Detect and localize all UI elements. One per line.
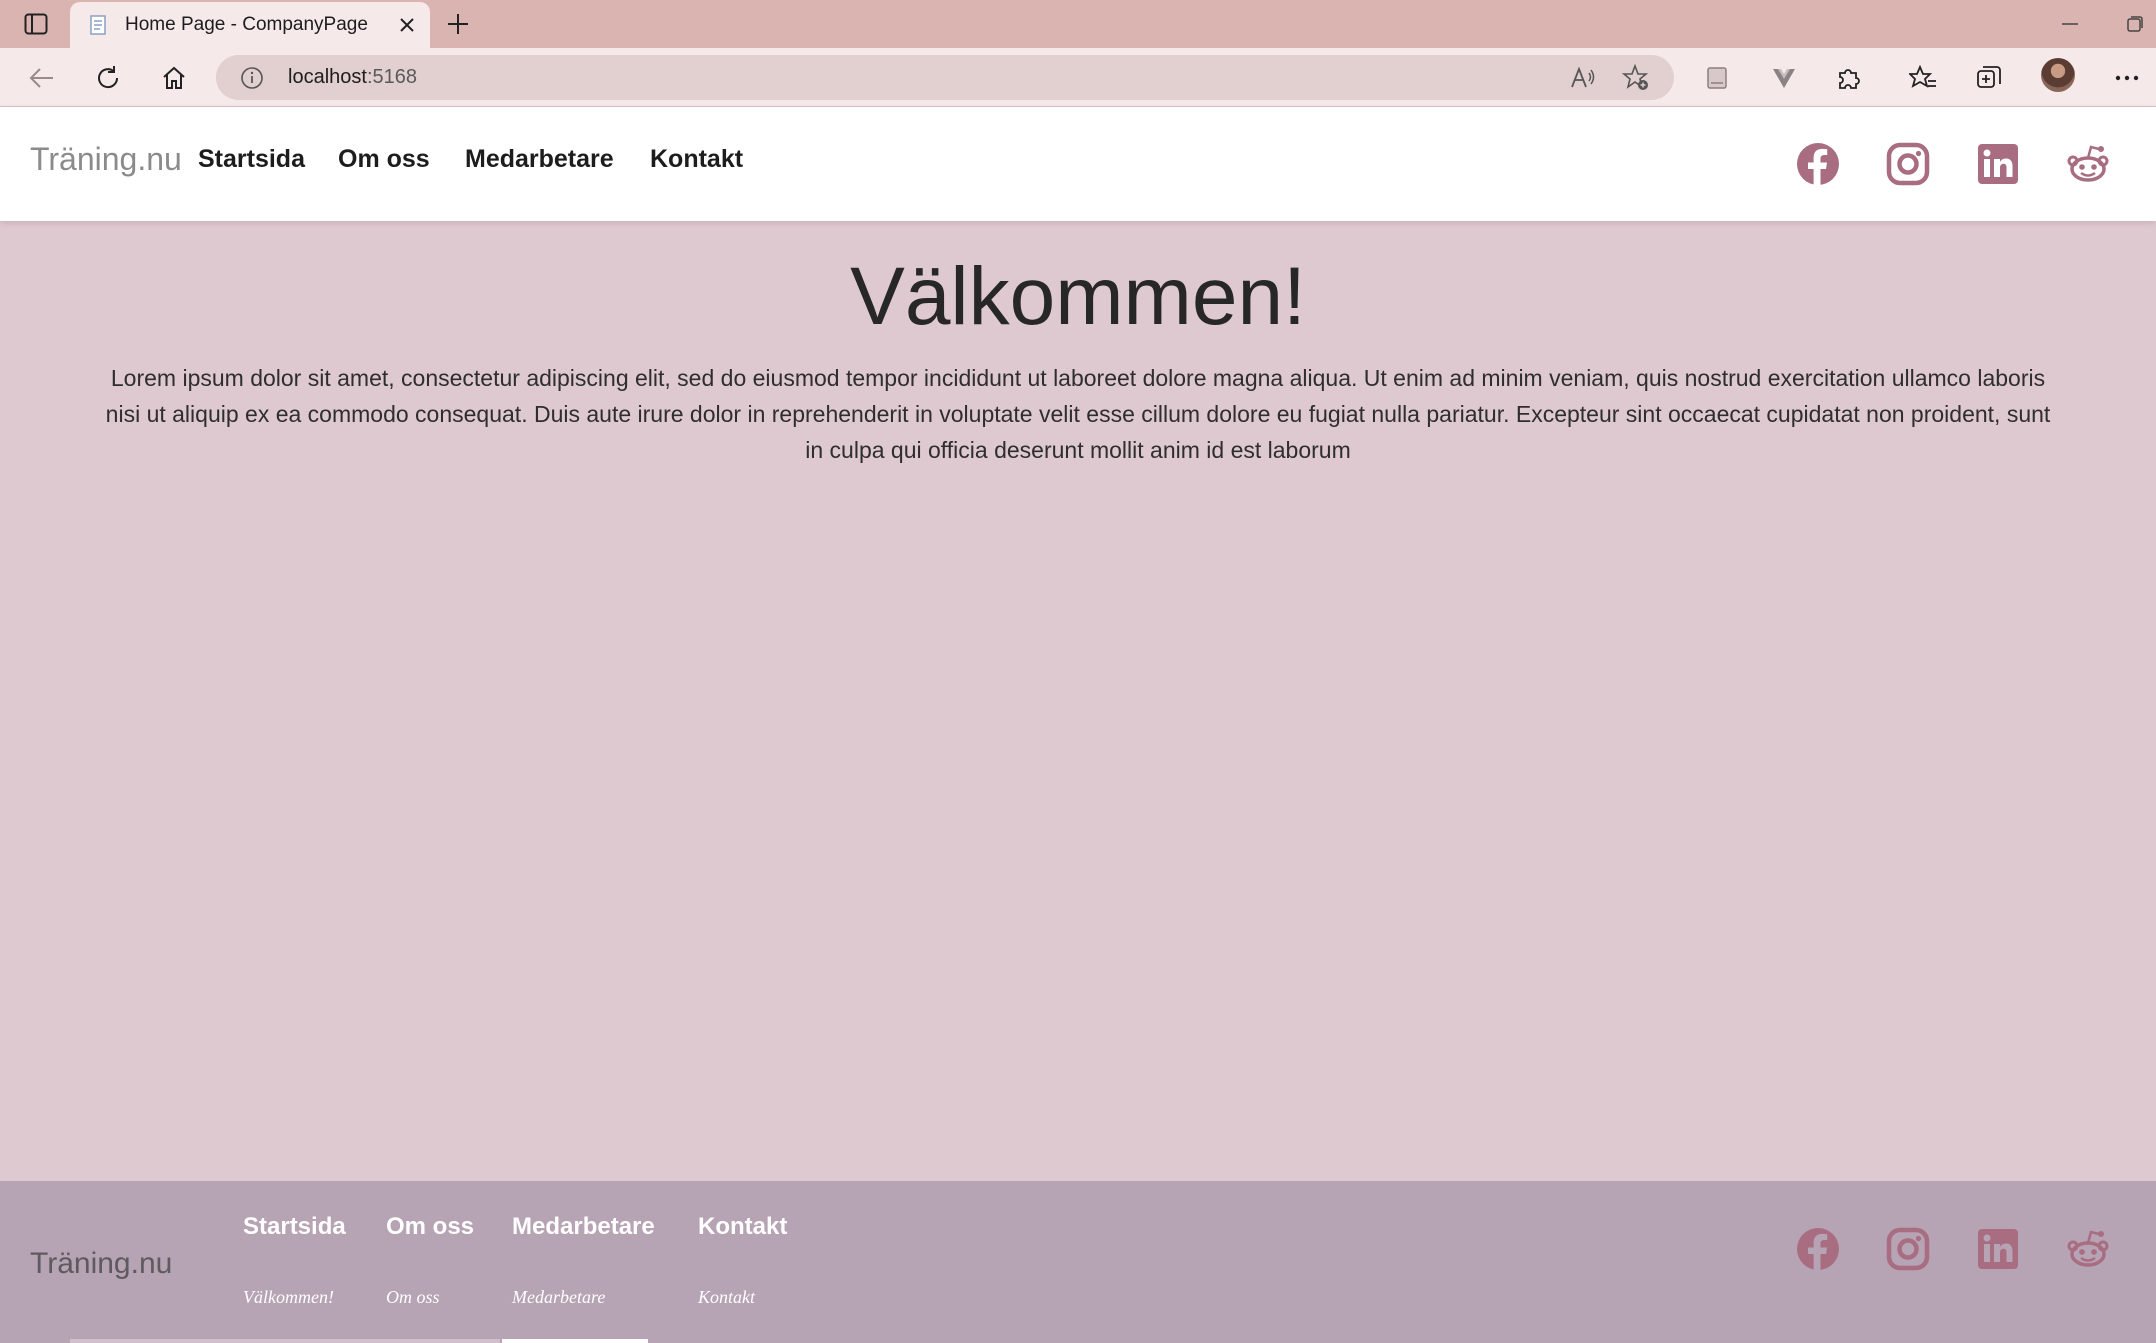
minimize-icon[interactable]	[2055, 10, 2085, 38]
facebook-icon[interactable]	[1795, 141, 1841, 187]
footer-reddit-icon[interactable]	[2065, 1226, 2111, 1272]
vue-devtools-icon[interactable]	[1764, 58, 1804, 98]
reddit-icon[interactable]	[2065, 141, 2111, 187]
tab-actions-icon[interactable]	[20, 10, 52, 38]
tab-title: Home Page - CompanyPage	[125, 14, 368, 35]
footer-linkedin-icon[interactable]	[1975, 1226, 2021, 1272]
footer-link-kontakt[interactable]: Kontakt	[698, 1287, 755, 1308]
footer-link-valkommen[interactable]: Välkommen!	[243, 1287, 334, 1308]
linkedin-icon[interactable]	[1975, 141, 2021, 187]
footer-facebook-icon[interactable]	[1795, 1226, 1841, 1272]
footer-brand[interactable]: Träning.nu	[30, 1247, 172, 1281]
more-menu-icon[interactable]	[2107, 58, 2147, 98]
browser-tab-bar: Home Page - CompanyPage	[0, 0, 2156, 48]
page-title: Välkommen!	[850, 251, 1306, 342]
nav-kontakt[interactable]: Kontakt	[650, 145, 743, 174]
footer-heading-medarbetare[interactable]: Medarbetare	[512, 1213, 655, 1241]
close-tab-icon[interactable]	[394, 12, 420, 38]
address-text: localhost:5168	[288, 66, 417, 89]
site-header: Träning.nu Startsida Om oss Medarbetare …	[0, 107, 2156, 221]
back-icon[interactable]	[22, 58, 62, 98]
restore-window-icon[interactable]	[2120, 10, 2150, 38]
footer-instagram-icon[interactable]	[1885, 1226, 1931, 1272]
browser-toolbar: localhost:5168	[0, 48, 2156, 107]
horizontal-scrollbar-track	[70, 1339, 500, 1343]
nav-om-oss[interactable]: Om oss	[338, 145, 430, 174]
page-favicon-icon	[88, 14, 110, 36]
instagram-icon[interactable]	[1885, 141, 1931, 187]
site-footer: Träning.nu Startsida Välkommen! Om oss O…	[0, 1181, 2156, 1343]
nav-medarbetare[interactable]: Medarbetare	[465, 145, 614, 174]
footer-heading-om-oss[interactable]: Om oss	[386, 1213, 474, 1241]
nav-startsida[interactable]: Startsida	[198, 145, 305, 174]
site-info-icon[interactable]	[240, 66, 264, 90]
browser-tab[interactable]: Home Page - CompanyPage	[70, 2, 430, 48]
read-aloud-icon[interactable]	[1568, 63, 1598, 93]
footer-heading-kontakt[interactable]: Kontakt	[698, 1213, 787, 1241]
home-icon[interactable]	[154, 58, 194, 98]
footer-link-om-oss[interactable]: Om oss	[386, 1287, 440, 1308]
reading-view-icon[interactable]	[1697, 58, 1737, 98]
profile-avatar[interactable]	[2041, 58, 2075, 92]
add-favorite-icon[interactable]	[1621, 63, 1651, 93]
extensions-icon[interactable]	[1829, 58, 1869, 98]
favorites-icon[interactable]	[1903, 58, 1943, 98]
address-port: :5168	[366, 66, 417, 88]
collections-icon[interactable]	[1969, 58, 2009, 98]
footer-link-medarbetare[interactable]: Medarbetare	[512, 1287, 605, 1308]
horizontal-scrollbar-thumb[interactable]	[502, 1339, 648, 1343]
address-host: localhost	[288, 66, 367, 88]
intro-paragraph: Lorem ipsum dolor sit amet, consectetur …	[105, 365, 2051, 463]
new-tab-button[interactable]	[442, 8, 474, 40]
site-brand[interactable]: Träning.nu	[30, 141, 182, 178]
footer-heading-startsida[interactable]: Startsida	[243, 1213, 346, 1241]
address-bar[interactable]: localhost:5168	[216, 55, 1674, 100]
refresh-icon[interactable]	[88, 58, 128, 98]
